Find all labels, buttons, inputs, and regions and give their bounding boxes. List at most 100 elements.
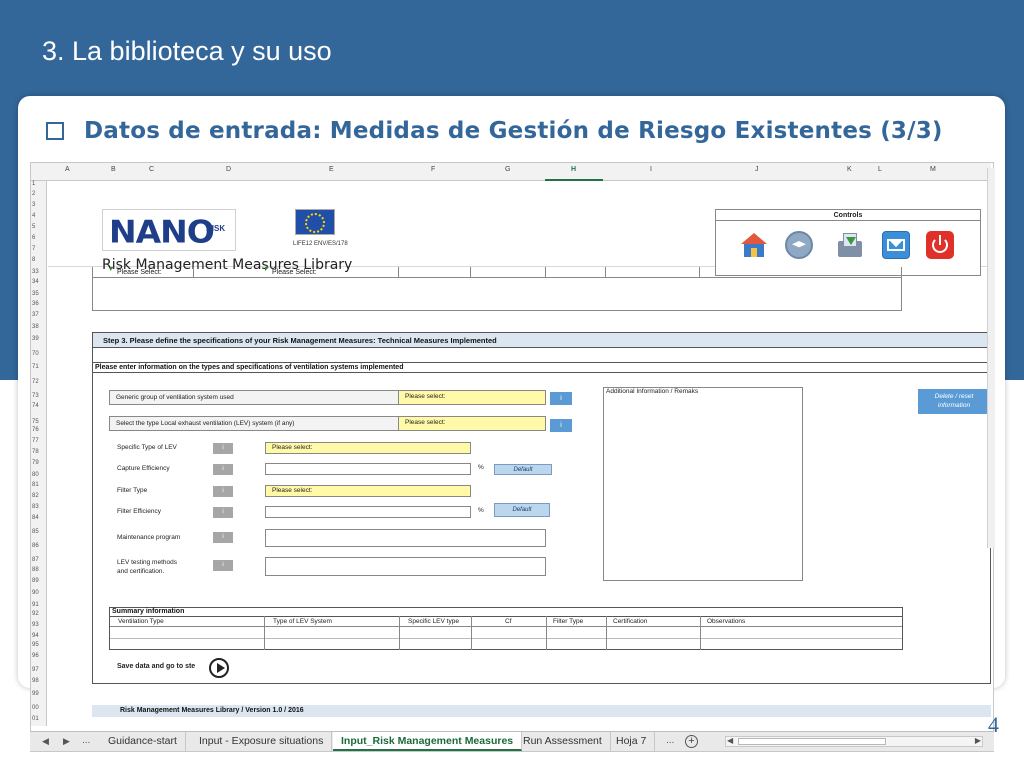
row-header[interactable]: 5 [32,224,35,230]
col-header[interactable]: M [930,166,936,173]
info-button-disabled[interactable]: i [213,486,233,497]
col-header[interactable]: I [650,166,652,173]
play-icon[interactable] [209,658,229,678]
info-button[interactable]: i [550,392,572,405]
scroll-thumb[interactable] [738,738,886,745]
col-header[interactable]: E [329,166,334,173]
row-header[interactable]: 94 [32,633,39,639]
row-header[interactable]: 90 [32,590,39,596]
row-header[interactable]: 88 [32,567,39,573]
col-header[interactable]: B [111,166,116,173]
col-header-selected[interactable]: H [571,166,576,173]
info-button-disabled[interactable]: i [213,464,233,475]
testing-input[interactable] [265,557,546,576]
default-button[interactable]: Default [494,503,550,517]
capture-efficiency-input[interactable] [265,463,471,475]
row-header[interactable]: 83 [32,504,39,510]
row-header[interactable]: 82 [32,493,39,499]
row-header[interactable]: 74 [32,403,39,409]
filter-type-select[interactable]: Please select: [265,485,471,497]
maintenance-input[interactable] [265,529,546,547]
mail-icon[interactable] [882,231,910,259]
info-button-disabled[interactable]: i [213,443,233,454]
row-header[interactable]: 33 [32,269,39,275]
row-header[interactable]: 78 [32,449,39,455]
row-header[interactable]: 89 [32,578,39,584]
col-header[interactable]: D [226,166,231,173]
specific-type-select[interactable]: Please select: [265,442,471,454]
col-header[interactable]: F [431,166,435,173]
scroll-left-icon[interactable]: ◀ [727,736,733,745]
horizontal-scrollbar[interactable]: ◀ ▶ [725,736,983,747]
lev-type-select[interactable]: Please select: [398,416,546,431]
please-select-cell[interactable]: Please Select: [272,267,317,278]
info-button-disabled[interactable]: i [213,507,233,518]
info-button-disabled[interactable]: i [213,560,233,571]
row-header[interactable]: 2 [32,191,35,197]
row-header[interactable]: 1 [32,181,35,187]
filter-efficiency-input[interactable] [265,506,471,518]
info-button-disabled[interactable]: i [213,532,233,543]
scroll-right-icon[interactable]: ▶ [975,736,981,745]
row-header[interactable]: 84 [32,515,39,521]
row-header[interactable]: 75 [32,419,39,425]
row-header[interactable]: 85 [32,529,39,535]
row-header[interactable]: 01 [32,716,39,722]
row-header[interactable]: 76 [32,427,39,433]
row-header[interactable]: 4 [32,213,35,219]
row-header[interactable]: 72 [32,379,39,385]
row-header[interactable]: 73 [32,393,39,399]
col-header[interactable]: L [878,166,882,173]
tab-overflow-left[interactable]: ... [82,735,90,746]
row-header[interactable]: 70 [32,351,39,357]
default-button[interactable]: Default [494,464,552,475]
row-header[interactable]: 38 [32,324,39,330]
col-header[interactable]: G [505,166,510,173]
row-header[interactable]: 96 [32,653,39,659]
please-select-cell[interactable]: Please Select: [117,267,162,278]
row-header[interactable]: 95 [32,642,39,648]
tab-next-icon[interactable]: ▶ [63,736,70,747]
col-header[interactable]: A [65,166,70,173]
add-sheet-icon[interactable]: + [685,735,698,748]
row-header[interactable]: 7 [32,246,35,252]
row-header[interactable]: 3 [32,202,35,208]
row-header[interactable]: 00 [32,705,39,711]
info-button[interactable]: i [550,419,572,432]
col-header[interactable]: C [149,166,154,173]
row-header[interactable]: 79 [32,460,39,466]
row-header[interactable]: 87 [32,557,39,563]
col-header[interactable]: J [755,166,759,173]
tab-run-assessment[interactable]: Run Assessment [515,732,611,751]
row-header[interactable]: 39 [32,336,39,342]
row-header[interactable]: 34 [32,279,39,285]
col-header[interactable]: K [847,166,852,173]
row-header[interactable]: 35 [32,291,39,297]
tab-guidance-start[interactable]: Guidance-start [100,732,186,751]
row-header[interactable]: 97 [32,667,39,673]
row-header[interactable]: 93 [32,622,39,628]
vertical-scrollbar[interactable] [987,168,995,548]
tab-overflow-right[interactable]: ... [666,735,674,746]
row-header[interactable]: 77 [32,438,39,444]
row-header[interactable]: 81 [32,482,39,488]
tab-input-rmm[interactable]: Input_Risk Management Measures [333,732,523,751]
row-header[interactable]: 86 [32,543,39,549]
additional-info-field[interactable]: Additional Information / Remaks [603,387,803,581]
tab-hoja-7[interactable]: Hoja 7 [608,732,656,751]
row-header[interactable]: 36 [32,301,39,307]
delete-reset-button[interactable]: Delete / reset information [918,389,990,414]
row-header[interactable]: 6 [32,235,35,241]
power-icon[interactable] [926,231,954,259]
generic-group-select[interactable]: Please select: [398,390,546,405]
home-icon[interactable] [740,231,768,259]
row-header[interactable]: 92 [32,611,39,617]
row-header[interactable]: 98 [32,678,39,684]
row-header[interactable]: 71 [32,364,39,370]
help-icon[interactable] [785,231,813,259]
row-header[interactable]: 8 [32,257,35,263]
row-header[interactable]: 91 [32,602,39,608]
save-icon[interactable] [836,231,864,259]
row-header[interactable]: 99 [32,691,39,697]
row-header[interactable]: 80 [32,472,39,478]
